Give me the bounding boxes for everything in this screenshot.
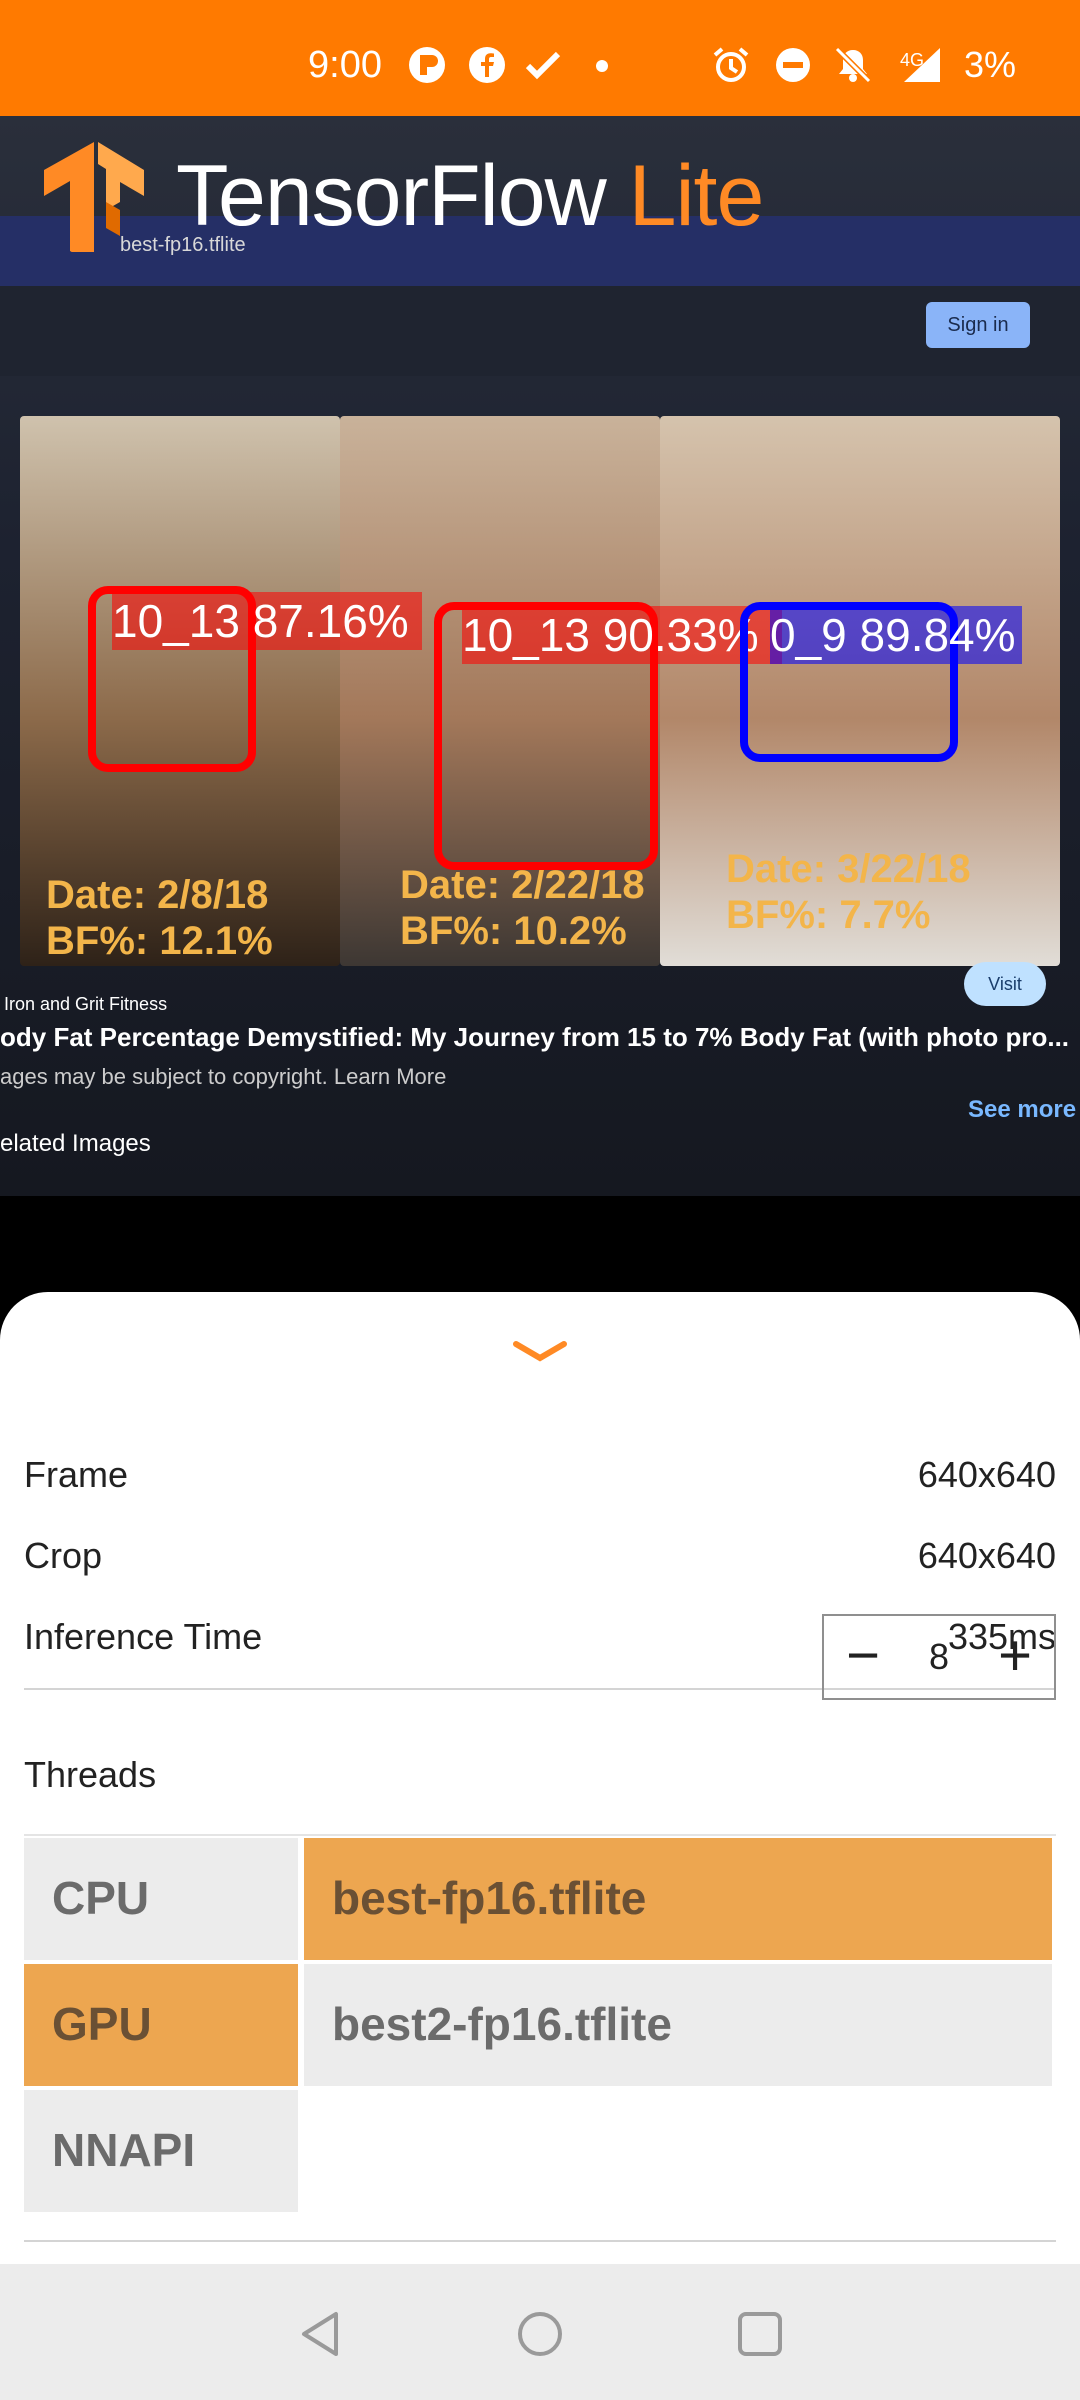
divider	[24, 2240, 1056, 2242]
browser-toolbar	[0, 286, 1080, 376]
delegate-gpu[interactable]: GPU	[24, 1964, 298, 2086]
threads-label: Threads	[24, 1754, 157, 1795]
back-icon[interactable]	[296, 2308, 348, 2360]
crop-value: 640x640	[917, 1535, 1056, 1576]
headline-text: ody Fat Percentage Demystified: My Journ…	[0, 1022, 1070, 1052]
status-bar: 9:00 4G 3%	[0, 0, 1080, 116]
crop-label: Crop	[24, 1535, 103, 1576]
facebook-icon	[469, 47, 505, 83]
increase-threads-button[interactable]: +	[976, 1616, 1054, 1698]
copyright-text: ages may be subject to copyright. Learn …	[0, 1064, 447, 1089]
mute-icon	[834, 46, 872, 84]
visit-button: Visit	[964, 962, 1046, 1006]
frame-row: Frame 640x640	[24, 1438, 1056, 1508]
source-label: Iron and Grit Fitness	[4, 994, 168, 1014]
model-best-fp16[interactable]: best-fp16.tflite	[304, 1838, 1052, 1960]
crop-row: Crop 640x640	[24, 1519, 1056, 1589]
chevron-down-icon[interactable]	[512, 1338, 568, 1364]
photo-date: Date: 2/8/18	[46, 873, 269, 917]
tensorflow-logo-icon	[44, 142, 144, 252]
photo-caption: Date: 2/22/18 BF%: 10.2%	[400, 862, 645, 954]
photo-caption: Date: 2/8/18 BF%: 12.1%	[46, 872, 273, 964]
app-icon	[409, 47, 445, 83]
model-best2-fp16[interactable]: best2-fp16.tflite	[304, 1964, 1052, 2086]
see-more-link: See more	[968, 1096, 1077, 1123]
sign-in-button: Sign in	[926, 302, 1030, 348]
photo-bf: BF%: 12.1%	[46, 919, 273, 963]
delegate-nnapi[interactable]: NNAPI	[24, 2090, 298, 2212]
photo-date: Date: 3/22/18	[726, 847, 971, 891]
frame-value: 640x640	[917, 1454, 1056, 1495]
signal-icon	[904, 48, 940, 82]
dot-icon	[596, 60, 608, 72]
alarm-icon	[713, 47, 749, 82]
app-title-suffix: Lite	[628, 148, 765, 244]
recents-icon[interactable]	[734, 2308, 786, 2360]
photo-bf: BF%: 10.2%	[400, 909, 627, 953]
detection-label: 0_9 89.84%	[770, 606, 1022, 664]
photo-caption: Date: 3/22/18 BF%: 7.7%	[726, 846, 971, 938]
dnd-icon	[776, 48, 810, 82]
decrease-threads-button[interactable]: −	[824, 1616, 902, 1698]
detection-label: 10_13 90.33%	[462, 606, 782, 664]
photo-bf: BF%: 7.7%	[726, 893, 931, 937]
home-icon[interactable]	[514, 2308, 566, 2360]
camera-preview: best-fp16.tflite Sign in Date: 2/8/18 BF…	[0, 116, 1080, 1196]
threads-count: 8	[928, 1636, 950, 1677]
battery-percent: 3%	[964, 44, 1017, 85]
delegate-cpu[interactable]: CPU	[24, 1838, 298, 1960]
detection-label: 10_13 87.16%	[112, 592, 422, 650]
threads-row: Threads	[24, 1738, 1056, 1808]
app-title: TensorFlow Lite	[176, 146, 765, 246]
related-images-label: elated Images	[0, 1130, 151, 1157]
divider	[24, 1834, 1056, 1836]
status-time: 9:00	[308, 44, 382, 86]
navigation-bar	[0, 2264, 1080, 2400]
frame-label: Frame	[24, 1454, 129, 1495]
app-title-name: TensorFlow	[176, 148, 607, 244]
threads-stepper: − 8 +	[822, 1614, 1056, 1700]
inference-time-label: Inference Time	[24, 1616, 263, 1657]
check-icon	[525, 51, 561, 80]
